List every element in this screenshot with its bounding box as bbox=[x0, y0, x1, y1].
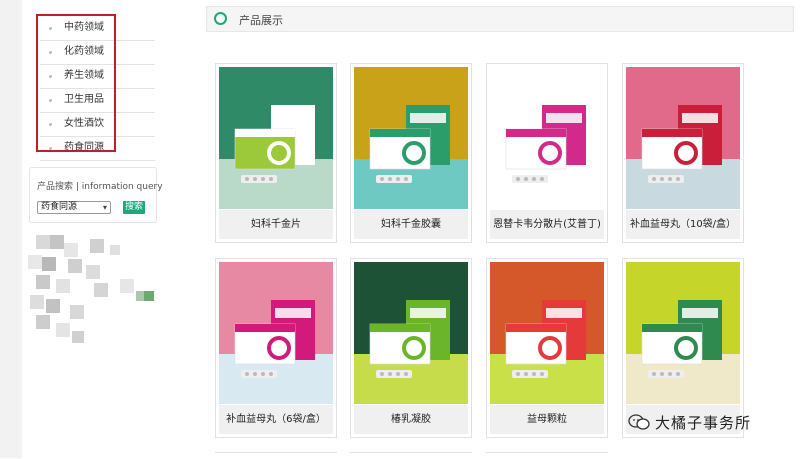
chevron-down-icon: ▾ bbox=[102, 203, 107, 212]
product-name[interactable]: 补血益母丸（6袋/盒） bbox=[219, 405, 333, 434]
section-header: 产品展示 bbox=[206, 6, 794, 32]
section-title: 产品展示 bbox=[239, 14, 283, 27]
chat-icon bbox=[628, 414, 650, 430]
circle-icon bbox=[214, 12, 227, 25]
box-product-image[interactable] bbox=[219, 67, 333, 209]
product-card[interactable]: 椿乳凝胶 bbox=[350, 258, 472, 438]
box-product-image[interactable] bbox=[626, 262, 740, 404]
product-name[interactable]: 妇科千金胶囊 bbox=[354, 210, 468, 239]
product-card[interactable]: 妇科千金胶囊 bbox=[350, 63, 472, 243]
product-card[interactable]: 妇科千金片 bbox=[215, 63, 337, 243]
highlight-frame bbox=[36, 14, 116, 152]
watermark-text: 大橘子事务所 bbox=[655, 413, 752, 432]
sidebar-edge bbox=[0, 0, 22, 458]
search-title: 产品搜索 | information query bbox=[37, 182, 163, 192]
product-search-panel: 产品搜索 | information query 药食同源 ▾ 搜索 bbox=[29, 167, 163, 223]
pill-box-product-image[interactable] bbox=[626, 67, 740, 209]
category-select[interactable]: 药食同源 ▾ bbox=[37, 201, 111, 214]
tablet-box-product-image[interactable] bbox=[490, 67, 604, 209]
product-name[interactable]: 椿乳凝胶 bbox=[354, 405, 468, 434]
select-value: 药食同源 bbox=[41, 202, 78, 212]
search-button[interactable]: 搜索 bbox=[123, 201, 145, 214]
product-name[interactable]: 恩替卡韦分散片(艾普丁) bbox=[490, 210, 604, 239]
product-card[interactable]: 补血益母丸（6袋/盒） bbox=[215, 258, 337, 438]
product-name[interactable]: 补血益母丸（10袋/盒） bbox=[626, 210, 740, 239]
granule-box-product-image[interactable] bbox=[490, 262, 604, 404]
product-card[interactable]: 益母颗粒 bbox=[486, 258, 608, 438]
pill-box-product-image[interactable] bbox=[219, 262, 333, 404]
product-name[interactable]: 益母颗粒 bbox=[490, 405, 604, 434]
product-name[interactable]: 妇科千金片 bbox=[219, 210, 333, 239]
product-card[interactable]: 补血益母丸（10袋/盒） bbox=[622, 63, 744, 243]
blurred-image bbox=[28, 235, 158, 345]
gel-box-product-image[interactable] bbox=[354, 262, 468, 404]
watermark: 大橘子事务所 bbox=[628, 409, 751, 435]
capsule-product-image[interactable] bbox=[354, 67, 468, 209]
product-card[interactable]: 恩替卡韦分散片(艾普丁) bbox=[486, 63, 608, 243]
